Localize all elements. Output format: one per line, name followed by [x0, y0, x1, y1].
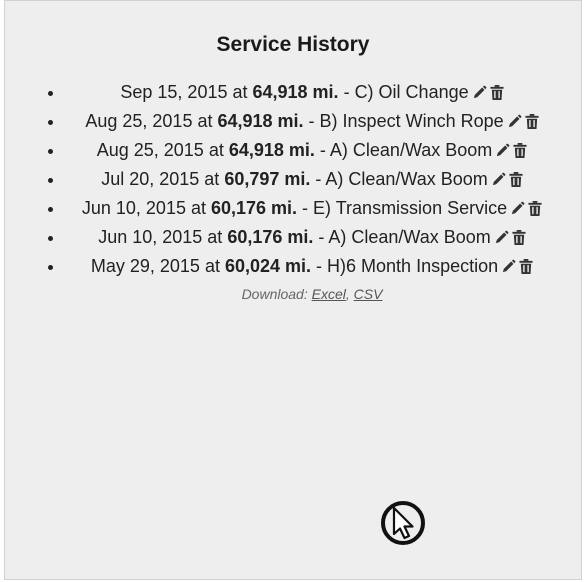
- entry-separator: -: [303, 111, 320, 131]
- trash-icon[interactable]: [490, 81, 504, 108]
- list-item: May 29, 2015 at 60,024 mi. - H)6 Month I…: [65, 253, 559, 282]
- entry-service: E) Transmission Service: [313, 198, 508, 218]
- trash-icon[interactable]: [512, 226, 526, 253]
- entry-date: Jun 10, 2015: [98, 227, 203, 247]
- entry-separator: -: [311, 256, 328, 276]
- list-item: Aug 25, 2015 at 64,918 mi. - A) Clean/Wa…: [65, 137, 559, 166]
- entry-at: at: [199, 256, 225, 276]
- entry-date: Aug 25, 2015: [96, 140, 204, 160]
- entry-miles: 60,797 mi.: [224, 169, 311, 189]
- entry-service: A) Clean/Wax Boom: [329, 140, 493, 160]
- excel-download-link[interactable]: Excel: [312, 286, 346, 302]
- entry-date: Aug 25, 2015: [85, 111, 193, 131]
- entry-separator: -: [310, 169, 326, 189]
- entry-at: at: [202, 227, 228, 247]
- entry-separator: -: [297, 198, 314, 218]
- entry-separator: -: [338, 82, 355, 102]
- pencil-icon[interactable]: [495, 139, 510, 166]
- list-item: Sep 15, 2015 at 64,918 mi. - C) Oil Chan…: [65, 79, 559, 108]
- entry-separator: -: [313, 227, 329, 247]
- list-item: Jun 10, 2015 at 60,176 mi. - E) Transmis…: [65, 195, 559, 224]
- pencil-icon[interactable]: [491, 168, 506, 195]
- entry-miles: 64,918 mi.: [228, 140, 315, 160]
- trash-icon[interactable]: [519, 255, 533, 282]
- pencil-icon[interactable]: [472, 81, 487, 108]
- entry-date: Jul 20, 2015: [101, 169, 200, 189]
- list-item: Jul 20, 2015 at 60,797 mi. - A) Clean/Wa…: [65, 166, 559, 195]
- entry-miles: 60,024 mi.: [224, 256, 312, 276]
- entry-at: at: [227, 82, 253, 102]
- entry-service: C) Oil Change: [354, 82, 469, 102]
- page-title: Service History: [216, 33, 370, 56]
- trash-icon[interactable]: [509, 168, 523, 195]
- entry-date: Jun 10, 2015: [81, 198, 186, 218]
- entry-separator: -: [314, 140, 330, 160]
- entry-miles: 64,918 mi.: [252, 82, 339, 102]
- download-links: Download: Excel, CSV: [5, 286, 581, 302]
- entry-miles: 60,176 mi.: [227, 227, 314, 247]
- entry-at: at: [192, 111, 218, 131]
- entry-date: Sep 15, 2015: [120, 82, 228, 102]
- pencil-icon[interactable]: [501, 255, 516, 282]
- entry-miles: 64,918 mi.: [217, 111, 304, 131]
- pencil-icon[interactable]: [510, 197, 525, 224]
- download-separator: ,: [345, 286, 354, 302]
- entry-service: H)6 Month Inspection: [327, 256, 499, 276]
- trash-icon[interactable]: [513, 139, 527, 166]
- entry-at: at: [203, 140, 229, 160]
- entry-date: May 29, 2015: [90, 256, 200, 276]
- entry-at: at: [199, 169, 225, 189]
- pencil-icon[interactable]: [494, 226, 509, 253]
- trash-icon[interactable]: [528, 197, 542, 224]
- entry-at: at: [185, 198, 211, 218]
- entry-service: A) Clean/Wax Boom: [325, 169, 488, 189]
- trash-icon[interactable]: [525, 110, 539, 137]
- hand-cursor-icon: [381, 501, 425, 545]
- list-item: Jun 10, 2015 at 60,176 mi. - A) Clean/Wa…: [65, 224, 559, 253]
- pencil-icon[interactable]: [507, 110, 522, 137]
- service-history-panel: Service History Sep 15, 2015 at 64,918 m…: [4, 0, 582, 580]
- entry-service: A) Clean/Wax Boom: [328, 227, 491, 247]
- csv-download-link[interactable]: CSV: [354, 286, 383, 302]
- entry-service: B) Inspect Winch Rope: [319, 111, 504, 131]
- entry-miles: 60,176 mi.: [210, 198, 298, 218]
- download-label: Download:: [241, 286, 312, 302]
- list-item: Aug 25, 2015 at 64,918 mi. - B) Inspect …: [65, 108, 559, 137]
- service-history-list: Sep 15, 2015 at 64,918 mi. - C) Oil Chan…: [5, 79, 581, 282]
